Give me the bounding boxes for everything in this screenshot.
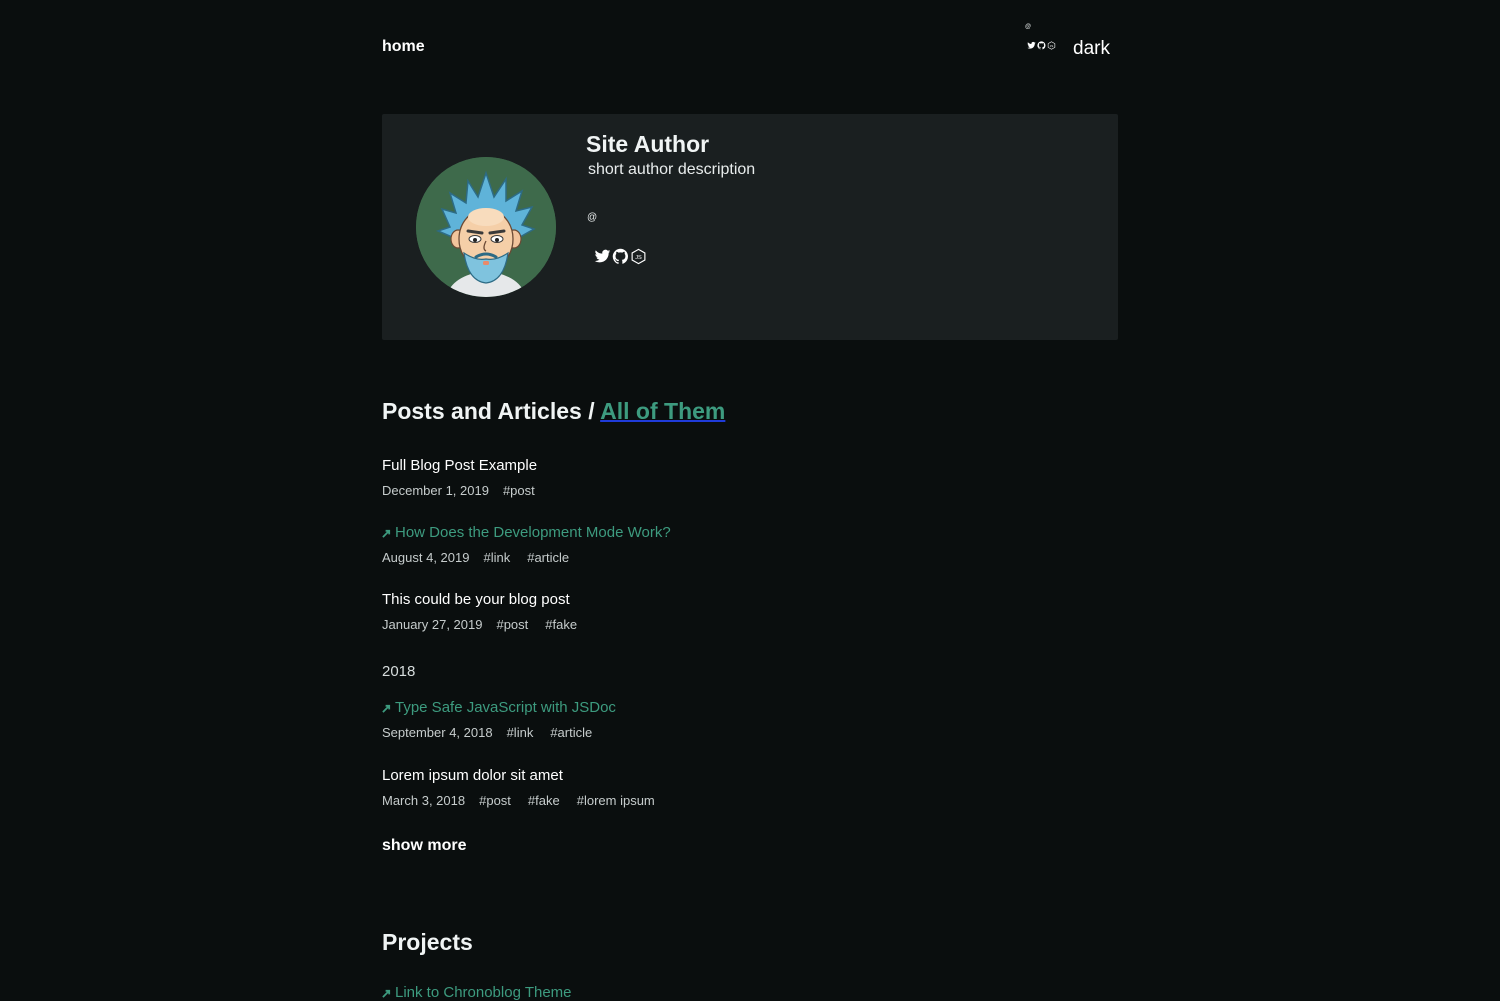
post-meta: March 3, 2018 #post #fake #lorem ipsum — [382, 793, 655, 808]
post-tag[interactable]: #link — [507, 725, 534, 740]
link-icon — [382, 704, 391, 713]
post-date: March 3, 2018 — [382, 793, 466, 808]
post-item: This could be your blog post January 27,… — [382, 591, 577, 632]
post-tag[interactable]: #post — [479, 793, 511, 808]
post-date: August 4, 2019 — [382, 550, 470, 565]
post-tag[interactable]: #link — [483, 550, 510, 565]
post-date: December 1, 2019 — [382, 483, 489, 498]
post-tag[interactable]: #article — [550, 725, 592, 740]
github-icon[interactable] — [612, 248, 629, 265]
post-tag[interactable]: #post — [496, 617, 528, 632]
author-name: Site Author — [586, 131, 710, 157]
post-title-text: How Does the Development Mode Work? — [395, 524, 671, 541]
header-handle: @ — [1025, 24, 1032, 30]
post-meta: December 1, 2019 #post — [382, 483, 537, 498]
posts-section-title: Posts and Articles / All of Them — [382, 398, 725, 425]
author-description: short author description — [588, 161, 756, 178]
show-more-button[interactable]: show more — [382, 837, 466, 855]
post-meta: August 4, 2019 #link #article — [382, 550, 671, 565]
post-item: Lorem ipsum dolor sit amet March 3, 2018… — [382, 767, 655, 808]
link-icon — [382, 989, 391, 998]
post-tag[interactable]: #fake — [528, 793, 560, 808]
avatar-illustration — [416, 157, 556, 297]
github-icon[interactable] — [1037, 41, 1046, 50]
post-item: How Does the Development Mode Work? Augu… — [382, 524, 671, 565]
post-meta: January 27, 2019 #post #fake — [382, 617, 577, 632]
post-date: September 4, 2018 — [382, 725, 493, 740]
post-link-title[interactable]: How Does the Development Mode Work? — [382, 524, 671, 541]
post-title[interactable]: Full Blog Post Example — [382, 457, 537, 474]
post-date: January 27, 2019 — [382, 617, 483, 632]
theme-toggle[interactable]: dark — [1073, 38, 1110, 60]
nodejs-icon[interactable]: JS — [630, 248, 647, 265]
post-item: Full Blog Post Example December 1, 2019 #… — [382, 457, 537, 498]
twitter-icon[interactable] — [594, 248, 611, 265]
author-social-links: JS — [594, 248, 647, 265]
post-title-text: Type Safe JavaScript with JSDoc — [395, 699, 616, 716]
post-tag[interactable]: #fake — [545, 617, 577, 632]
year-heading: 2018 — [382, 663, 416, 680]
projects-heading: Projects — [382, 929, 473, 955]
post-link-title[interactable]: Type Safe JavaScript with JSDoc — [382, 699, 616, 716]
author-handle: @ — [587, 212, 598, 223]
post-tag[interactable]: #post — [503, 483, 535, 498]
post-tag[interactable]: #lorem ipsum — [577, 793, 655, 808]
twitter-icon[interactable] — [1027, 41, 1036, 50]
home-link[interactable]: home — [382, 38, 425, 56]
post-title[interactable]: This could be your blog post — [382, 591, 577, 608]
svg-text:JS: JS — [1050, 44, 1054, 48]
header-social-icons: JS — [1027, 41, 1056, 50]
nodejs-icon[interactable]: JS — [1047, 41, 1056, 50]
header: home @ JS dark — [382, 24, 1118, 62]
post-item: Type Safe JavaScript with JSDoc Septembe… — [382, 699, 616, 740]
post-title[interactable]: Lorem ipsum dolor sit amet — [382, 767, 655, 784]
posts-heading: Posts and Articles / — [382, 398, 601, 424]
author-card: Site Author short author description @ J… — [382, 114, 1118, 340]
project-title: Link to Chronoblog Theme — [395, 984, 572, 1001]
all-posts-link[interactable]: All of Them — [600, 398, 725, 424]
project-link[interactable]: Link to Chronoblog Theme — [382, 984, 572, 1001]
link-icon — [382, 529, 391, 538]
post-tag[interactable]: #article — [527, 550, 569, 565]
post-meta: September 4, 2018 #link #article — [382, 725, 616, 740]
author-avatar — [416, 157, 556, 297]
svg-text:JS: JS — [635, 255, 642, 261]
